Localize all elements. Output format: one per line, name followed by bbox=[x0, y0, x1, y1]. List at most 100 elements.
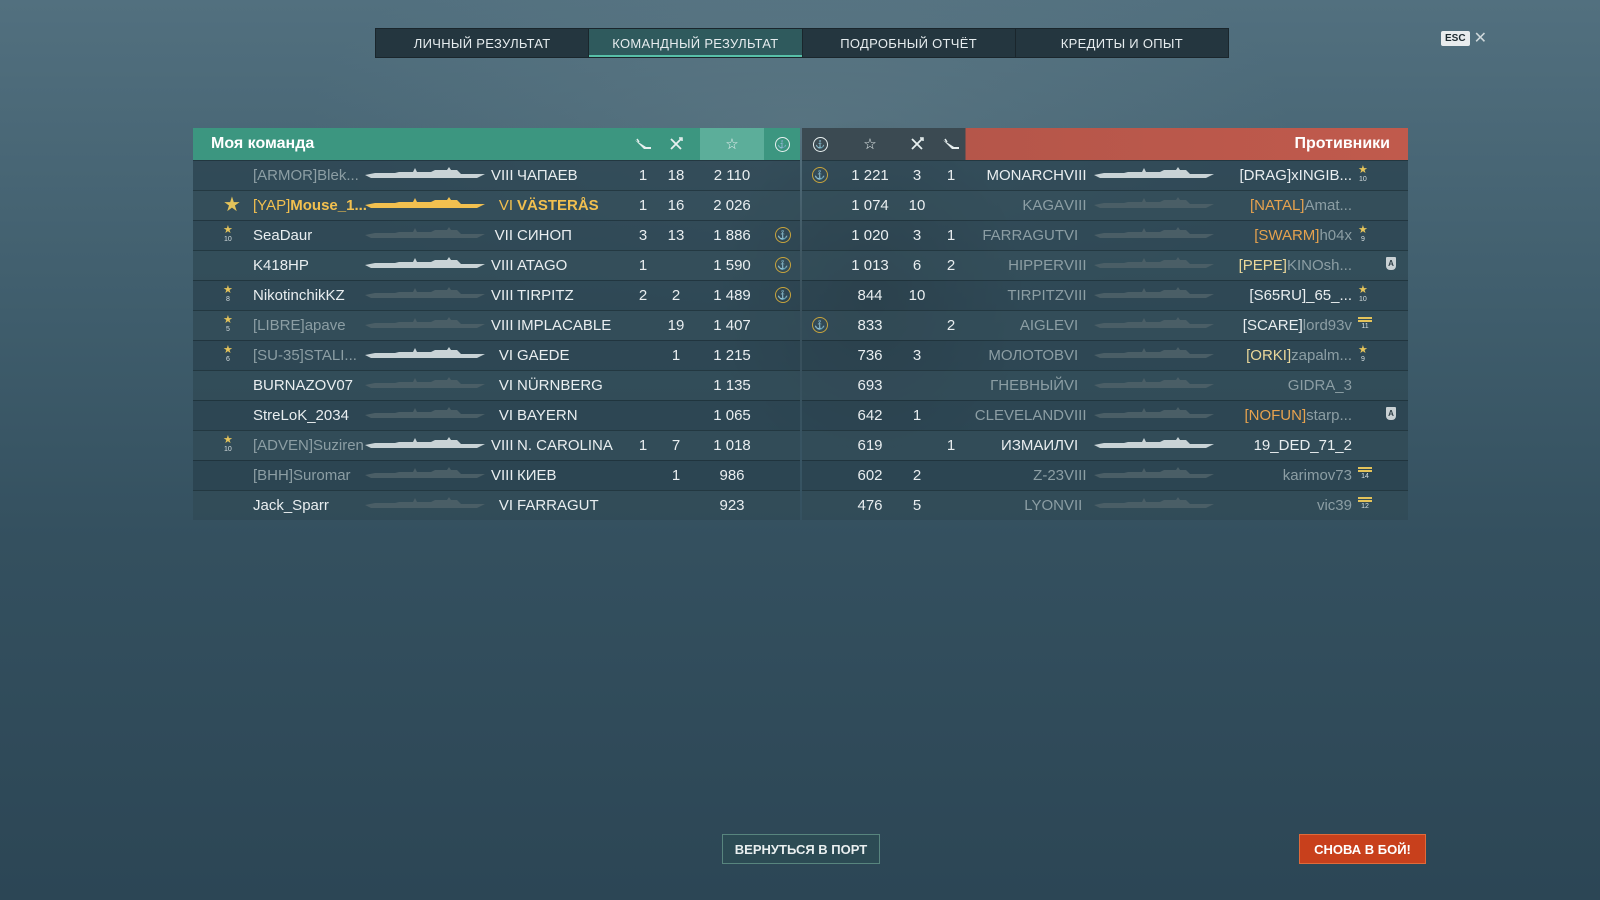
ship-name: TIRPITZ bbox=[1007, 287, 1064, 304]
table-row[interactable]: 693 ГНЕВНЫЙ VI GIDRA_3 bbox=[802, 370, 1408, 400]
clan-tag: [ADVEN] bbox=[253, 437, 314, 454]
table-row[interactable]: [ARMOR]Blek... VIII ЧАПАЕВ 1 18 2 110 bbox=[193, 160, 800, 190]
player-name-cell: [NOFUN]starp... bbox=[1244, 407, 1352, 424]
planes-shot-icon[interactable] bbox=[936, 128, 966, 160]
table-row[interactable]: 619 1 ИЗМАИЛ VI 19_DED_71_2 bbox=[802, 430, 1408, 460]
tab-credits-xp[interactable]: КРЕДИТЫ И ОПЫТ bbox=[1016, 29, 1228, 57]
table-row[interactable]: ★ 8 NikotinchikKZ VIII TIRPITZ 2 2 1 489 ⚓ bbox=[193, 280, 800, 310]
ship-tier: VIII bbox=[1064, 167, 1087, 184]
tab-team-result[interactable]: КОМАНДНЫЙ РЕЗУЛЬТАТ bbox=[589, 29, 803, 57]
clan-tag: [PEPE] bbox=[1238, 257, 1287, 274]
table-row[interactable]: 1 020 3 1 FARRAGUT VI [SWARM]h04x ★ 9 bbox=[802, 220, 1408, 250]
kills-value: 1 bbox=[912, 407, 922, 424]
table-row[interactable]: 602 2 Z-23 VIII karimov73 14 bbox=[802, 460, 1408, 490]
rank-level: 10 bbox=[1359, 176, 1367, 183]
achievement-header-icon[interactable]: ⚓ bbox=[802, 128, 838, 160]
table-row[interactable]: K418HP VIII ATAGO 1 1 590 ⚓ bbox=[193, 250, 800, 280]
table-row[interactable]: BURNAZOV07 VI NÜRNBERG 1 135 bbox=[193, 370, 800, 400]
table-row[interactable]: StreLoK_2034 VI BAYERN 1 065 bbox=[193, 400, 800, 430]
kills-value: 7 bbox=[671, 437, 681, 454]
rank-level: 10 bbox=[1359, 296, 1367, 303]
ship-silhouette bbox=[1094, 227, 1214, 239]
xp-star-icon[interactable]: ☆ bbox=[838, 128, 902, 160]
rank-level: 9 bbox=[1360, 236, 1365, 243]
xp-star-icon[interactable]: ☆ bbox=[700, 128, 764, 160]
kills-value: 5 bbox=[912, 497, 922, 514]
xp-value: 1 221 bbox=[851, 167, 889, 184]
esc-key-label: ESC bbox=[1441, 31, 1470, 46]
table-row[interactable]: 736 3 МОЛОТОВ VI [ORKI]zapalm... ★ 9 bbox=[802, 340, 1408, 370]
ship-name: LYON bbox=[1024, 497, 1064, 514]
ship-silhouette bbox=[1094, 287, 1214, 299]
ship-name: MONARCH bbox=[986, 167, 1065, 184]
table-row[interactable]: 476 5 LYON VII vic39 12 bbox=[802, 490, 1408, 520]
table-row[interactable]: ⚓ 1 221 3 1 MONARCH VIII [DRAG]xINGIB... ★ 10 bbox=[802, 160, 1408, 190]
rank-stripe-icon: 12 bbox=[1358, 497, 1372, 510]
player-name-cell: [DRAG]xINGIB... bbox=[1239, 167, 1352, 184]
table-row[interactable]: ⚓ 833 2 AIGLE VI [SCARE]lord93v 11 bbox=[802, 310, 1408, 340]
enemy-team-table: ⚓ ☆ Противники ⚓ 1 221 3 1 MONARCH VIII [DRAG]… bbox=[802, 128, 1408, 520]
kills-icon[interactable] bbox=[902, 128, 932, 160]
table-row[interactable]: Jack_Sparr VI FARRAGUT 923 bbox=[193, 490, 800, 520]
rank-level: 14 bbox=[1361, 473, 1369, 480]
kills-value: 2 bbox=[671, 287, 681, 304]
my-team-table: Моя команда ☆ ⚓ [ARMOR]Blek... VIII ЧАПАЕВ… bbox=[193, 128, 800, 520]
rank-medal-icon: ★ 6 bbox=[223, 344, 233, 364]
ship-silhouette bbox=[365, 377, 485, 389]
tab-personal-result[interactable]: ЛИЧНЫЙ РЕЗУЛЬТАТ bbox=[376, 29, 590, 57]
achievement-header-icon[interactable]: ⚓ bbox=[764, 128, 800, 160]
table-row[interactable]: 642 1 CLEVELAND VIII [NOFUN]starp... A bbox=[802, 400, 1408, 430]
table-row[interactable]: 1 013 6 2 HIPPER VIII [PEPE]KINOsh... A bbox=[802, 250, 1408, 280]
ship-name: TIRPITZ bbox=[517, 287, 574, 304]
table-row[interactable]: ★ 6 [SU-35]STALI... VI GAEDE 1 1 215 bbox=[193, 340, 800, 370]
close-icon: ✕ bbox=[1473, 29, 1487, 47]
achievement-icon: ⚓ bbox=[812, 167, 828, 183]
kills-value: 3 bbox=[912, 167, 922, 184]
clan-tag: [YAP] bbox=[253, 197, 291, 214]
table-row[interactable]: 844 10 TIRPITZ VIII [S65RU]_65_... ★ 10 bbox=[802, 280, 1408, 310]
kills-value: 3 bbox=[912, 347, 922, 364]
my-team-rows: [ARMOR]Blek... VIII ЧАПАЕВ 1 18 2 110 ★ [YAP]Mo… bbox=[193, 160, 800, 520]
table-row[interactable]: ★ 10 SeaDaur VII СИНОП 3 13 1 886 ⚓ bbox=[193, 220, 800, 250]
table-row[interactable]: ★ 5 [LIBRE]apave VIII IMPLACABLE 19 1 407 bbox=[193, 310, 800, 340]
table-row[interactable]: [BHH]Suromar VIII КИЕВ 1 986 bbox=[193, 460, 800, 490]
planes-shot-icon[interactable] bbox=[628, 128, 658, 160]
planes-shot-value: 2 bbox=[946, 257, 956, 274]
close-button[interactable]: ESC ✕ bbox=[1441, 29, 1487, 47]
rank-level: 9 bbox=[1360, 356, 1365, 363]
ship-name: AIGLE bbox=[1019, 317, 1064, 334]
ship-tier: VIII bbox=[1064, 287, 1087, 304]
player-name-cell: NikotinchikKZ bbox=[253, 287, 345, 304]
kills-icon[interactable] bbox=[661, 128, 691, 160]
ship-silhouette bbox=[1094, 317, 1214, 329]
xp-value: 923 bbox=[719, 497, 745, 514]
table-row[interactable]: ★ 10 [ADVEN]Suziren VIII N. CAROLINA 1 7 1 018 bbox=[193, 430, 800, 460]
rank-medal-icon: ★ 9 bbox=[1358, 224, 1368, 244]
tab-detailed-report[interactable]: ПОДРОБНЫЙ ОТЧЁТ bbox=[803, 29, 1016, 57]
battle-again-button[interactable]: СНОВА В БОЙ! bbox=[1299, 834, 1426, 864]
ship-name: МОЛОТОВ bbox=[988, 347, 1064, 364]
player-name: Mouse_1... bbox=[290, 197, 367, 214]
table-row[interactable]: 1 074 10 KAGA VIII [NATAL]Amat... bbox=[802, 190, 1408, 220]
ship-name: KAGA bbox=[1022, 197, 1064, 214]
xp-value: 986 bbox=[719, 467, 745, 484]
rank-medal-icon: ★ 10 bbox=[223, 224, 233, 244]
return-to-port-button[interactable]: ВЕРНУТЬСЯ В ПОРТ bbox=[722, 834, 880, 864]
planes-shot-value: 1 bbox=[946, 437, 956, 454]
player-name: StreLoK_2034 bbox=[253, 407, 349, 424]
rank-stripe-icon: 14 bbox=[1358, 467, 1372, 480]
xp-value: 1 590 bbox=[713, 257, 751, 274]
player-name: Suziren bbox=[313, 437, 364, 454]
player-name: Blek... bbox=[317, 167, 359, 184]
xp-value: 1 135 bbox=[713, 377, 751, 394]
player-name-cell: [SU-35]STALI... bbox=[253, 347, 357, 364]
ship-name: VÄSTERÅS bbox=[517, 197, 599, 214]
table-row[interactable]: ★ [YAP]Mouse_1... VI VÄSTERÅS 1 16 2 026 bbox=[193, 190, 800, 220]
enemy-title: Противники bbox=[1294, 135, 1391, 152]
ship-name: HIPPER bbox=[1008, 257, 1064, 274]
ship-silhouette bbox=[365, 287, 485, 299]
xp-value: 693 bbox=[857, 377, 883, 394]
xp-value: 1 407 bbox=[713, 317, 751, 334]
ship-tier: VI bbox=[1064, 377, 1079, 394]
player-name: Suromar bbox=[293, 467, 351, 484]
